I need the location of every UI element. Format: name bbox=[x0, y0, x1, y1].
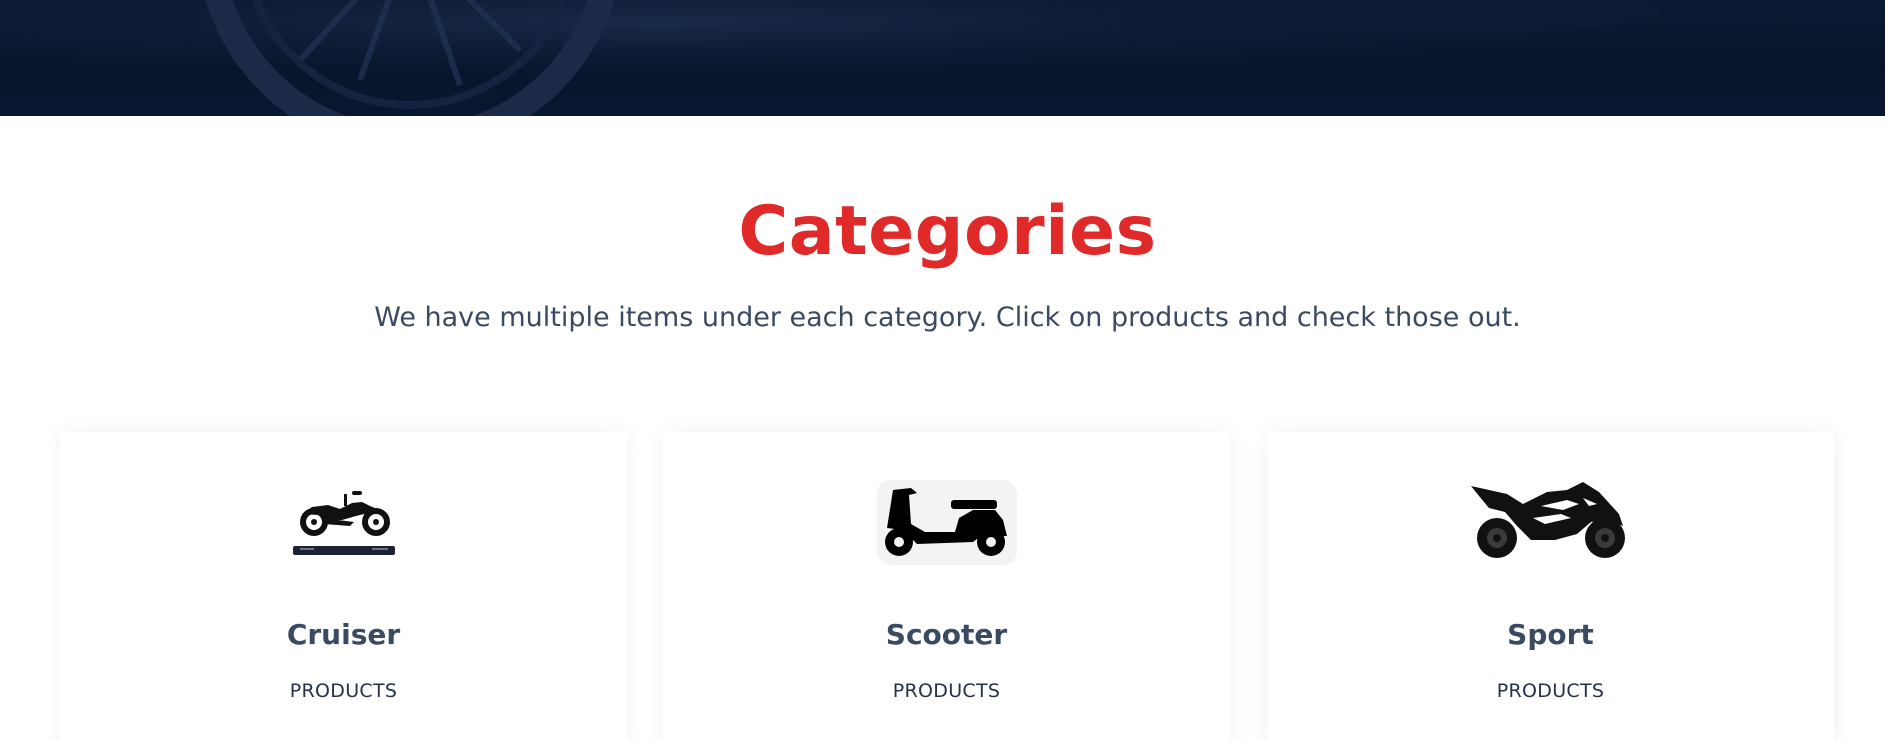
category-name: Cruiser bbox=[286, 618, 401, 651]
category-card-cruiser: Cruiser PRODUCTS bbox=[60, 432, 627, 741]
products-link-sport[interactable]: PRODUCTS bbox=[1267, 680, 1834, 702]
category-card-scooter: Scooter PRODUCTS bbox=[663, 432, 1230, 741]
category-name: Sport bbox=[1507, 618, 1594, 651]
products-link-cruiser[interactable]: PRODUCTS bbox=[60, 680, 627, 702]
category-card-sport: Sport PRODUCTS bbox=[1267, 432, 1834, 741]
motorcycle-wheel-image bbox=[0, 0, 1885, 116]
hero-banner bbox=[0, 0, 1885, 116]
categories-subtitle: We have multiple items under each catego… bbox=[374, 302, 1521, 333]
categories-title: Categories bbox=[738, 192, 1157, 271]
sport-motorcycle-icon bbox=[1470, 480, 1631, 569]
cruiser-motorcycle-icon bbox=[292, 480, 396, 564]
products-link-scooter[interactable]: PRODUCTS bbox=[663, 680, 1230, 702]
scooter-icon bbox=[876, 480, 1017, 569]
category-name: Scooter bbox=[885, 618, 1008, 651]
